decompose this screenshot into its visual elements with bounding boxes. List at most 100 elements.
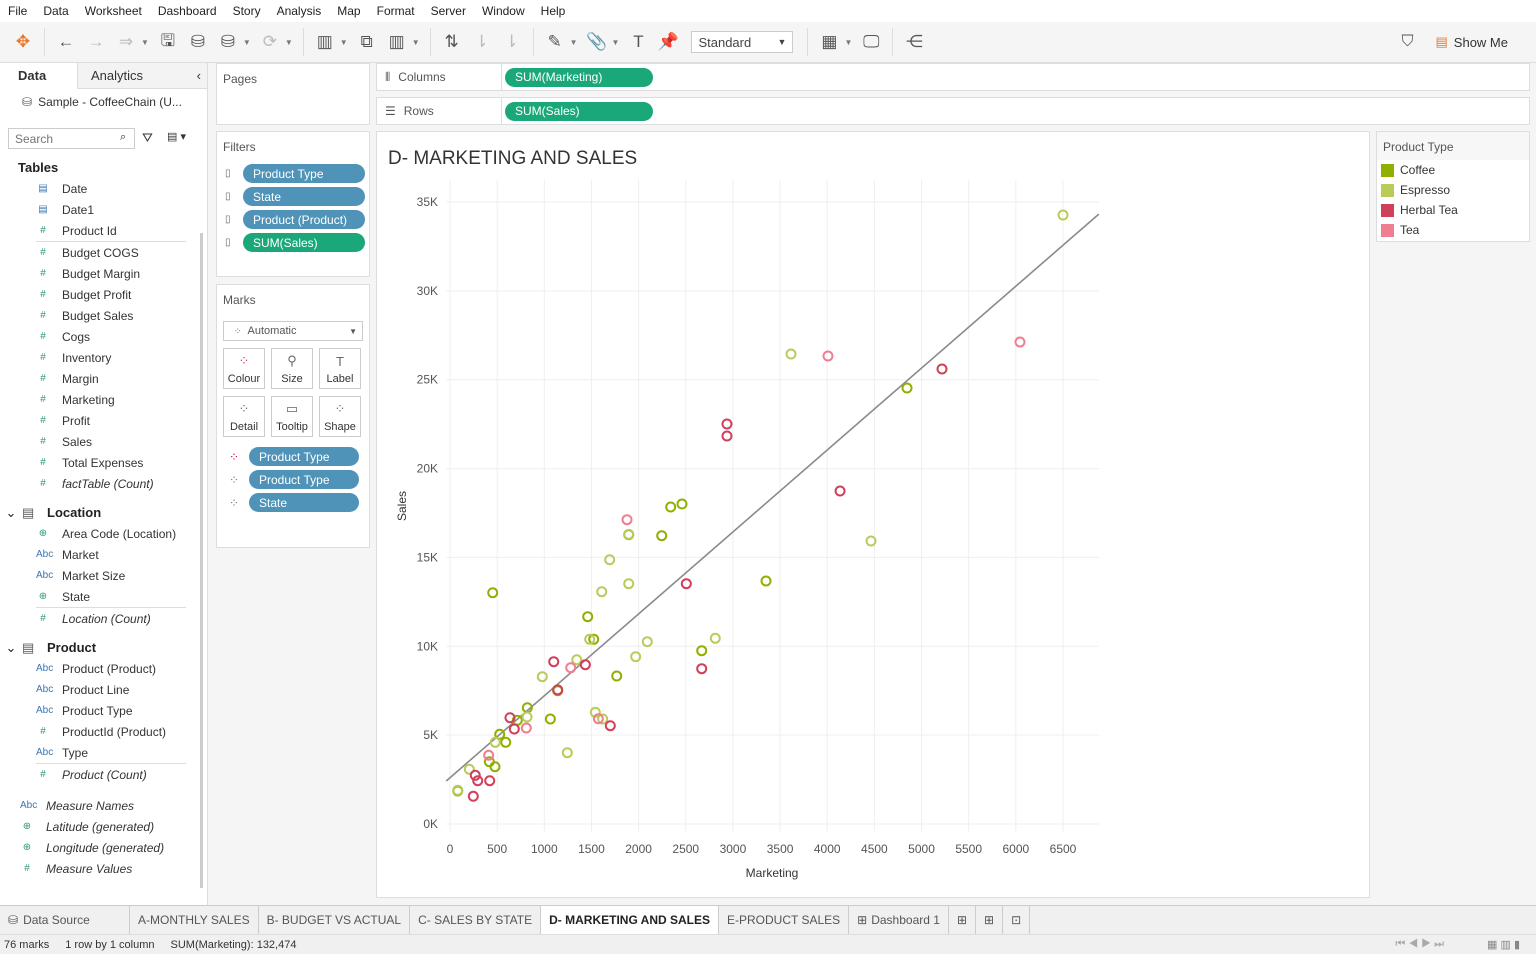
x-tick-label: 6000 [1002, 842, 1029, 856]
x-tick-label: 3500 [767, 842, 794, 856]
data-point-espresso[interactable] [641, 636, 653, 648]
x-tick-label: 2000 [625, 842, 652, 856]
data-point-herbal-tea[interactable] [467, 790, 479, 802]
legend-label: Tea [1400, 223, 1420, 237]
data-point-coffee[interactable] [676, 498, 688, 510]
y-tick-label: 20K [417, 462, 438, 476]
data-source-tab-label: Data Source [23, 913, 90, 927]
scatter-chart[interactable]: D- MARKETING AND SALES 0 500 1000 1500 2000 25… [0, 0, 1536, 954]
sheet-tabs: ⛁ Data Source A-MONTHLY SALES B- BUDGET VS… [0, 905, 1536, 934]
legend-label: Espresso [1400, 183, 1451, 197]
view-toggle-icons[interactable]: ▦ ▥ ▮ [1487, 938, 1520, 951]
y-tick-label: 5K [423, 728, 438, 742]
data-point-coffee[interactable] [582, 611, 594, 623]
y-tick-label: 0K [423, 817, 438, 831]
new-worksheet-icon[interactable]: ⊞ [949, 906, 976, 934]
data-point-espresso[interactable] [604, 554, 616, 566]
legend-item[interactable]: Espresso [1377, 180, 1529, 200]
data-point-coffee[interactable] [760, 575, 772, 587]
sheet-tab-label: Dashboard 1 [871, 913, 940, 927]
status-bar: 76 marks 1 row by 1 column SUM(Marketing… [0, 934, 1536, 954]
data-point-herbal-tea[interactable] [508, 723, 520, 735]
data-point-herbal-tea[interactable] [548, 656, 560, 668]
dashboard-icon: ⊞ [857, 913, 868, 927]
x-tick-label: 0 [447, 842, 454, 856]
data-point-coffee[interactable] [489, 761, 501, 773]
x-tick-label: 1000 [531, 842, 558, 856]
x-tick-label: 5500 [955, 842, 982, 856]
legend-item[interactable]: Coffee [1377, 160, 1529, 180]
data-point-coffee[interactable] [500, 736, 512, 748]
data-point-tea[interactable] [565, 662, 577, 674]
data-point-coffee[interactable] [696, 645, 708, 657]
y-tick-label: 10K [417, 639, 438, 653]
x-tick-label: 3000 [720, 842, 747, 856]
sheet-tab[interactable]: B- BUDGET VS ACTUAL [259, 906, 411, 934]
x-tick-label: 6500 [1050, 842, 1077, 856]
y-axis-label: Sales [395, 491, 409, 521]
legend-swatch [1381, 223, 1394, 237]
data-point-espresso[interactable] [536, 671, 548, 683]
x-axis-label: Marketing [746, 866, 799, 880]
sheet-tab-label: C- SALES BY STATE [418, 913, 533, 927]
data-point-espresso[interactable] [785, 348, 797, 360]
data-point-herbal-tea[interactable] [579, 659, 591, 671]
data-point-tea[interactable] [483, 749, 495, 761]
sheet-nav-icons[interactable]: ⏮ ◀ ▶ ⏭ [1395, 938, 1444, 951]
sheet-tab[interactable]: ⊞ Dashboard 1 [849, 906, 949, 934]
data-point-espresso[interactable] [623, 578, 635, 590]
data-point-espresso[interactable] [561, 747, 573, 759]
data-point-espresso[interactable] [596, 586, 608, 598]
legend-swatch [1381, 163, 1394, 177]
data-point-herbal-tea[interactable] [936, 363, 948, 375]
data-point-coffee[interactable] [656, 530, 668, 542]
data-point-espresso[interactable] [521, 711, 533, 723]
data-point-tea[interactable] [822, 350, 834, 362]
legend-item[interactable]: Tea [1377, 220, 1529, 240]
data-point-herbal-tea[interactable] [696, 663, 708, 675]
new-dashboard-icon[interactable]: ⊞ [976, 906, 1004, 934]
tab-data-source[interactable]: ⛁ Data Source [0, 906, 130, 934]
data-point-espresso[interactable] [571, 654, 583, 666]
legend-item[interactable]: Herbal Tea [1377, 200, 1529, 220]
color-legend: Product Type Coffee Espresso Herbal Tea Tea [1376, 131, 1530, 242]
data-point-herbal-tea[interactable] [680, 578, 692, 590]
y-tick-label: 30K [417, 284, 438, 298]
legend-title: Product Type [1377, 132, 1529, 160]
data-point-herbal-tea[interactable] [721, 418, 733, 430]
y-tick-label: 35K [417, 195, 438, 209]
rows-columns: 1 row by 1 column [65, 938, 155, 951]
data-point-tea[interactable] [520, 722, 532, 734]
sheet-tab[interactable]: C- SALES BY STATE [410, 906, 542, 934]
new-story-icon[interactable]: ⊡ [1003, 906, 1031, 934]
data-point-tea[interactable] [1014, 336, 1026, 348]
x-tick-label: 2500 [672, 842, 699, 856]
sheet-tab[interactable]: A-MONTHLY SALES [130, 906, 259, 934]
x-tick-label: 4000 [814, 842, 841, 856]
y-tick-label: 25K [417, 373, 438, 387]
data-point-coffee[interactable] [901, 382, 913, 394]
data-point-herbal-tea[interactable] [484, 775, 496, 787]
data-point-espresso[interactable] [709, 632, 721, 644]
legend-label: Herbal Tea [1400, 203, 1458, 217]
sheet-tab[interactable]: E-PRODUCT SALES [719, 906, 850, 934]
sheet-tab-label: A-MONTHLY SALES [138, 913, 250, 927]
x-tick-label: 500 [487, 842, 507, 856]
sum-readout: SUM(Marketing): 132,474 [170, 938, 297, 951]
sheet-tab[interactable]: D- MARKETING AND SALES [541, 906, 720, 934]
legend-swatch [1381, 203, 1394, 217]
y-tick-label: 15K [417, 550, 438, 564]
x-tick-label: 4500 [861, 842, 888, 856]
data-point-coffee[interactable] [487, 587, 499, 599]
data-point-coffee[interactable] [611, 670, 623, 682]
data-point-coffee[interactable] [544, 713, 556, 725]
sheet-tab-label: D- MARKETING AND SALES [549, 913, 711, 927]
sheet-tab-label: B- BUDGET VS ACTUAL [266, 913, 402, 927]
legend-swatch [1381, 183, 1394, 197]
data-point-herbal-tea[interactable] [604, 720, 616, 732]
data-point-herbal-tea[interactable] [721, 430, 733, 442]
legend-label: Coffee [1400, 163, 1436, 177]
data-point-coffee[interactable] [665, 501, 677, 513]
data-point-tea[interactable] [621, 514, 633, 526]
data-point-herbal-tea[interactable] [834, 485, 846, 497]
